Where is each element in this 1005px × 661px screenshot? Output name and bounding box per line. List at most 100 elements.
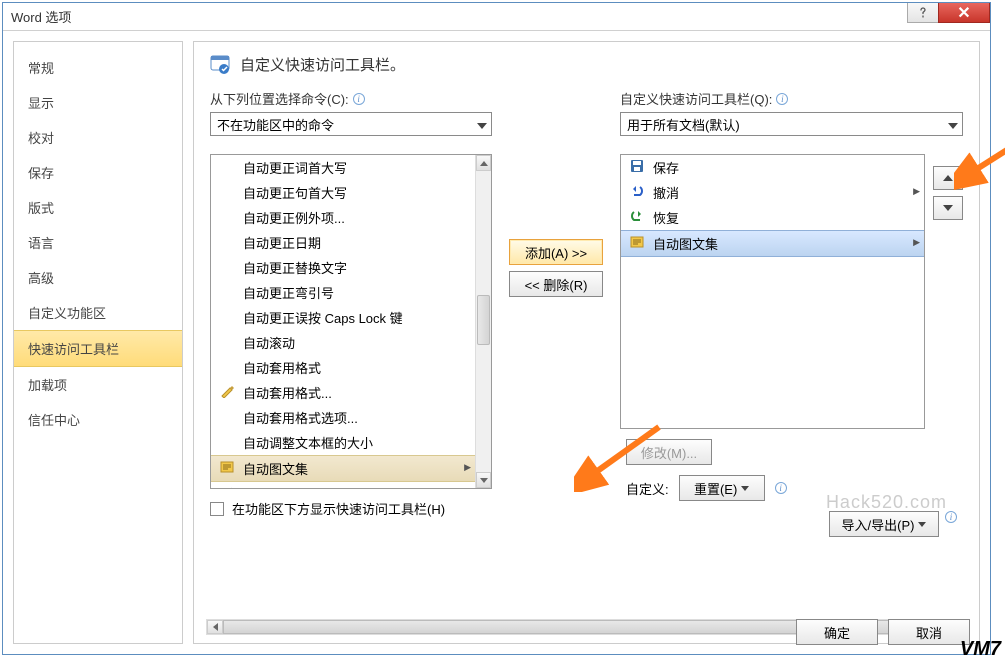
list-item[interactable]: 自动套用格式选项... <box>211 405 475 430</box>
list-item-label: 自动更正替换文字 <box>243 261 347 276</box>
autotext-icon <box>219 459 235 475</box>
info-icon[interactable]: i <box>353 93 365 105</box>
sidebar-item-proofing[interactable]: 校对 <box>14 120 182 155</box>
list-item[interactable]: 自动图文集 ▶ <box>211 455 475 482</box>
list-item[interactable]: 自动滚动 <box>211 330 475 355</box>
list-item-label: 保存 <box>653 161 679 176</box>
list-item[interactable]: 自动套用格式... <box>211 380 475 405</box>
save-icon <box>629 158 645 174</box>
remove-button[interactable]: << 删除(R) <box>509 271 603 297</box>
info-icon[interactable]: i <box>945 511 957 523</box>
titlebar-buttons: ✕ <box>908 3 990 23</box>
sidebar-item-layout[interactable]: 版式 <box>14 190 182 225</box>
below-right: 修改(M)... 自定义: 重置(E) i 导入/导 <box>620 439 963 537</box>
list-item-label: 自动套用格式... <box>243 386 332 401</box>
list-item[interactable]: 自动更正误按 Caps Lock 键 <box>211 305 475 330</box>
list-item[interactable]: 撤消 ▶ <box>621 180 924 205</box>
sidebar-item-addins[interactable]: 加载项 <box>14 367 182 402</box>
redo-icon <box>629 208 645 224</box>
commands-from-combo[interactable]: 不在功能区中的命令 <box>210 112 492 136</box>
list-item[interactable]: 保存 <box>621 155 924 180</box>
ok-button[interactable]: 确定 <box>796 619 878 645</box>
main-panel: 自定义快速访问工具栏。 从下列位置选择命令(C): i 不在功能区中的命令 自动… <box>193 41 980 644</box>
list-item[interactable]: 自动套用格式 <box>211 355 475 380</box>
left-column: 从下列位置选择命令(C): i 不在功能区中的命令 自动更正词首大写自动更正句首… <box>210 89 492 518</box>
show-below-ribbon-label: 在功能区下方显示快速访问工具栏(H) <box>232 499 445 518</box>
reset-button[interactable]: 重置(E) <box>679 475 765 501</box>
show-below-ribbon-row: 在功能区下方显示快速访问工具栏(H) <box>210 499 492 518</box>
list-item-label: 自动套用格式选项... <box>243 411 358 426</box>
chevron-down-icon <box>948 117 958 132</box>
submenu-arrow-icon: ▶ <box>913 186 920 197</box>
sidebar-item-customize-ribbon[interactable]: 自定义功能区 <box>14 295 182 330</box>
list-item[interactable]: 自动调整文本框的大小 <box>211 430 475 455</box>
list-item-label: 自动调整文本框的大小 <box>243 436 373 451</box>
footer: 确定 取消 <box>173 610 990 654</box>
list-item[interactable]: 自动更正日期 <box>211 230 475 255</box>
sidebar-item-language[interactable]: 语言 <box>14 225 182 260</box>
sidebar: 常规 显示 校对 保存 版式 语言 高级 自定义功能区 快速访问工具栏 加载项 … <box>13 41 183 644</box>
sidebar-item-general[interactable]: 常规 <box>14 50 182 85</box>
list-item-label: 自动图文集 <box>243 462 308 477</box>
customize-label: 自定义: <box>626 479 669 498</box>
show-below-ribbon-checkbox[interactable] <box>210 502 224 516</box>
add-button[interactable]: 添加(A) >> <box>509 239 603 265</box>
close-button[interactable]: ✕ <box>938 3 990 23</box>
sidebar-item-trust-center[interactable]: 信任中心 <box>14 402 182 437</box>
columns: 从下列位置选择命令(C): i 不在功能区中的命令 自动更正词首大写自动更正句首… <box>210 89 963 537</box>
submenu-arrow-icon: ▶ <box>464 462 471 473</box>
list-item[interactable]: 自动更正例外项... <box>211 205 475 230</box>
list-item-label: 自动更正弯引号 <box>243 286 334 301</box>
cancel-button[interactable]: 取消 <box>888 619 970 645</box>
list-item-label: 自动图文集 <box>653 237 718 252</box>
list-item-label: 自动更正例外项... <box>243 211 345 226</box>
help-button[interactable] <box>907 3 939 23</box>
sidebar-item-qat[interactable]: 快速访问工具栏 <box>14 330 182 367</box>
scroll-up-button[interactable] <box>476 155 491 171</box>
list-item-label: 撤消 <box>653 186 679 201</box>
info-icon[interactable]: i <box>775 482 787 494</box>
undo-icon <box>629 183 645 199</box>
sidebar-item-advanced[interactable]: 高级 <box>14 260 182 295</box>
list-item-label: 自动滚动 <box>243 336 295 351</box>
qat-label: 自定义快速访问工具栏(Q): i <box>620 89 963 108</box>
format-icon <box>219 383 235 399</box>
list-item[interactable]: 自由曲线 <box>211 482 475 488</box>
sidebar-item-display[interactable]: 显示 <box>14 85 182 120</box>
list-item-label: 自动更正日期 <box>243 236 321 251</box>
dialog-window: Word 选项 ✕ 常规 显示 校对 保存 版式 语言 高级 自定义功能区 快速… <box>2 2 991 655</box>
titlebar: Word 选项 ✕ <box>3 3 990 31</box>
curve-icon <box>219 485 235 488</box>
right-column: 自定义快速访问工具栏(Q): i 用于所有文档(默认) 保存撤消 ▶ 恢复自动图文集… <box>620 89 963 537</box>
heading-text: 自定义快速访问工具栏。 <box>240 54 405 75</box>
info-icon[interactable]: i <box>776 93 788 105</box>
move-down-button[interactable] <box>933 196 963 220</box>
scroll-thumb[interactable] <box>477 295 490 345</box>
move-up-button[interactable] <box>933 166 963 190</box>
chevron-down-icon <box>477 117 487 132</box>
list-item[interactable]: 恢复 <box>621 205 924 230</box>
list-item-label: 自动套用格式 <box>243 361 321 376</box>
heading: 自定义快速访问工具栏。 <box>210 54 963 75</box>
scroll-down-button[interactable] <box>476 472 491 488</box>
sidebar-item-save[interactable]: 保存 <box>14 155 182 190</box>
reorder-buttons <box>933 166 963 220</box>
list-item-label: 自动更正误按 Caps Lock 键 <box>243 311 403 326</box>
list-item[interactable]: 自动更正句首大写 <box>211 180 475 205</box>
list-item-label: 自动更正词首大写 <box>243 161 347 176</box>
qat-listbox[interactable]: 保存撤消 ▶ 恢复自动图文集 ▶ <box>620 154 925 429</box>
qat-scope-combo[interactable]: 用于所有文档(默认) <box>620 112 963 136</box>
combo-value: 用于所有文档(默认) <box>627 115 740 134</box>
dialog-body: 常规 显示 校对 保存 版式 语言 高级 自定义功能区 快速访问工具栏 加载项 … <box>3 31 990 654</box>
submenu-arrow-icon: ▶ <box>913 237 920 248</box>
list-item-label: 恢复 <box>653 211 679 226</box>
list-item[interactable]: 自动更正词首大写 <box>211 155 475 180</box>
scrollbar[interactable] <box>475 155 491 488</box>
modify-button[interactable]: 修改(M)... <box>626 439 712 465</box>
list-item[interactable]: 自动图文集 ▶ <box>621 230 924 257</box>
list-item[interactable]: 自动更正弯引号 <box>211 280 475 305</box>
list-item[interactable]: 自动更正替换文字 <box>211 255 475 280</box>
import-export-button[interactable]: 导入/导出(P) <box>829 511 939 537</box>
combo-value: 不在功能区中的命令 <box>217 115 334 134</box>
commands-listbox[interactable]: 自动更正词首大写自动更正句首大写自动更正例外项... 自动更正日期自动更正替换文字… <box>210 154 492 489</box>
